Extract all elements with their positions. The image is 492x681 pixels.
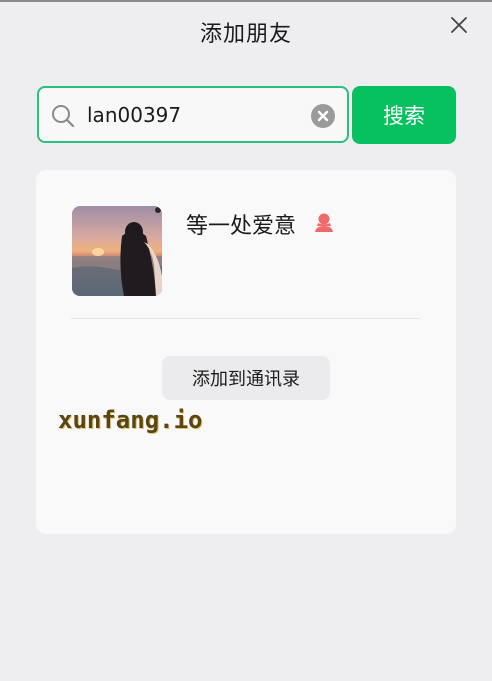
clear-circle-icon[interactable] bbox=[311, 104, 335, 128]
watermark-text: xunfang.io bbox=[58, 406, 203, 434]
search-result-card: 等一处爱意 添加到通讯录 bbox=[36, 170, 456, 534]
window-top-edge bbox=[0, 0, 492, 2]
search-box[interactable] bbox=[37, 86, 349, 143]
divider bbox=[71, 318, 420, 319]
close-button[interactable] bbox=[446, 12, 472, 38]
search-icon bbox=[52, 105, 75, 128]
nickname: 等一处爱意 bbox=[186, 214, 297, 239]
page-title: 添加朋友 bbox=[199, 22, 292, 47]
avatar[interactable] bbox=[72, 206, 162, 296]
add-to-contacts-button[interactable]: 添加到通讯录 bbox=[162, 356, 330, 400]
female-user-icon bbox=[315, 213, 333, 232]
sunset-beach-avatar bbox=[72, 206, 162, 296]
close-icon bbox=[451, 17, 467, 33]
search-input[interactable] bbox=[87, 96, 297, 134]
search-button[interactable]: 搜索 bbox=[352, 86, 456, 144]
